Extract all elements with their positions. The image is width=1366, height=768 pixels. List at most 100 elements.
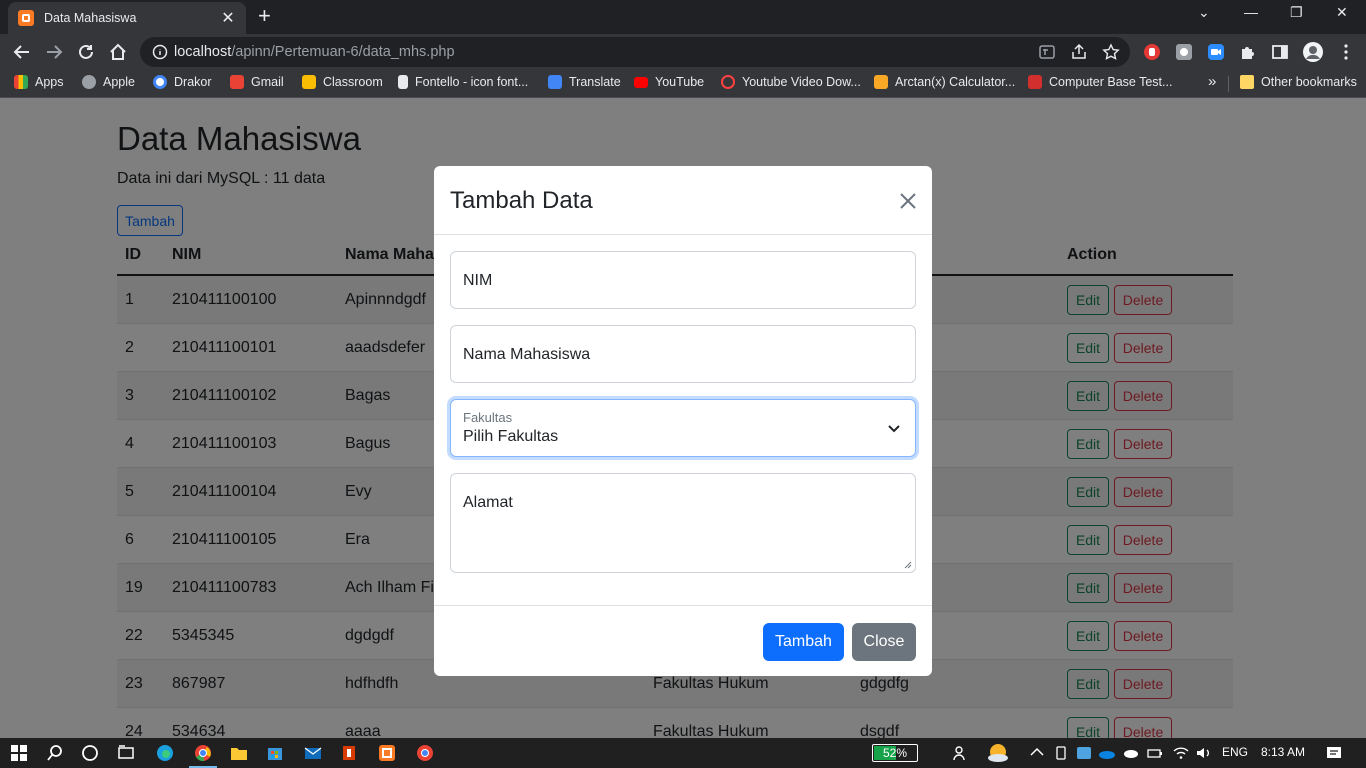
nim-placeholder: NIM	[463, 272, 493, 289]
translate-page-icon[interactable]	[1038, 43, 1056, 61]
chevron-down-icon	[888, 425, 900, 433]
xampp-favicon-icon	[18, 10, 34, 26]
windows-start-icon[interactable]	[10, 744, 28, 762]
bookmark-other[interactable]: Other bookmarks	[1240, 75, 1357, 89]
wifi-icon[interactable]	[1172, 744, 1190, 762]
forward-arrow-icon	[47, 45, 63, 59]
calculator-icon	[874, 75, 888, 89]
home-button[interactable]	[107, 41, 129, 63]
nim-field[interactable]: NIM	[450, 251, 916, 309]
reload-button[interactable]	[75, 41, 97, 63]
forward-button[interactable]	[43, 41, 65, 63]
apple-icon	[82, 75, 96, 89]
volume-icon[interactable]	[1195, 744, 1213, 762]
people-icon[interactable]	[952, 744, 970, 762]
cloud-sync-icon[interactable]	[1122, 744, 1140, 762]
cbt-icon	[1028, 75, 1042, 89]
xampp-icon[interactable]	[378, 744, 396, 762]
modal-header: Tambah Data	[434, 166, 932, 235]
share-icon[interactable]	[1070, 43, 1088, 61]
add-data-modal: Tambah Data NIM Nama Mahasiswa Fakultas …	[434, 166, 932, 676]
apps-grid-icon	[14, 75, 28, 89]
download-icon	[721, 75, 735, 89]
bookmark-youtube-downloader[interactable]: Youtube Video Dow...	[721, 75, 861, 89]
search-icon[interactable]	[46, 744, 64, 762]
bookmark-arctan-calculator[interactable]: Arctan(x) Calculator...	[874, 75, 1015, 89]
chevron-up-icon[interactable]	[1028, 744, 1046, 762]
tray-device-icon[interactable]	[1052, 744, 1070, 762]
windows-taskbar: 52% ENG 8:13 AM	[0, 738, 1366, 768]
chrome-icon[interactable]	[194, 744, 212, 762]
bookmark-apple[interactable]: Apple	[82, 75, 135, 89]
task-view-icon[interactable]	[117, 744, 135, 762]
close-button[interactable]: Close	[852, 623, 916, 661]
battery-label: 52%	[882, 746, 908, 760]
minimize-button[interactable]: —	[1244, 4, 1258, 20]
onedrive-icon[interactable]	[1098, 744, 1116, 762]
clock[interactable]: 8:13 AM	[1261, 745, 1305, 759]
page-content: Data Mahasiswa Data ini dari MySQL : 11 …	[0, 98, 1366, 738]
tray-app-icon[interactable]	[1075, 744, 1093, 762]
bookmark-cbt[interactable]: Computer Base Test...	[1028, 75, 1172, 89]
youtube-icon	[634, 76, 648, 88]
fakultas-label: Fakultas	[463, 410, 513, 425]
gmail-icon	[230, 75, 244, 89]
extension-gray-icon[interactable]	[1175, 43, 1193, 61]
tab-close-icon[interactable]: ✕	[220, 8, 236, 28]
classroom-icon	[302, 75, 316, 89]
site-info-icon[interactable]	[152, 44, 168, 60]
alamat-placeholder: Alamat	[463, 494, 513, 511]
cortana-icon[interactable]	[81, 744, 99, 762]
bookmarks-separator	[1228, 76, 1229, 92]
extensions-puzzle-icon[interactable]	[1239, 43, 1257, 61]
browser-tab[interactable]: Data Mahasiswa ✕	[8, 2, 246, 34]
bookmark-drakor[interactable]: Drakor	[153, 75, 212, 89]
battery-indicator[interactable]: 52%	[872, 744, 918, 762]
google-icon	[153, 75, 167, 89]
bookmark-fontello[interactable]: Fontello - icon font...	[398, 75, 528, 89]
fakultas-select[interactable]: Fakultas Pilih Fakultas	[450, 399, 916, 457]
browser-toolbar: localhost/apinn/Pertemuan-6/data_mhs.php	[0, 34, 1366, 70]
bookmark-translate[interactable]: Translate	[548, 75, 621, 89]
chrome-secondary-icon[interactable]	[416, 744, 434, 762]
restore-button[interactable]: ❐	[1290, 4, 1303, 21]
file-explorer-icon[interactable]	[230, 744, 248, 762]
profile-avatar-icon[interactable]	[1302, 41, 1324, 63]
url-path: /apinn/Pertemuan-6/data_mhs.php	[231, 44, 455, 60]
address-bar[interactable]: localhost/apinn/Pertemuan-6/data_mhs.php	[140, 37, 1130, 67]
close-icon[interactable]	[898, 191, 918, 211]
modal-title: Tambah Data	[450, 187, 593, 214]
back-button[interactable]	[11, 41, 33, 63]
mail-icon[interactable]	[304, 744, 322, 762]
new-tab-button[interactable]: +	[258, 5, 271, 27]
bookmark-classroom[interactable]: Classroom	[302, 75, 383, 89]
notifications-icon[interactable]	[1325, 744, 1343, 762]
office-icon[interactable]	[340, 744, 358, 762]
bookmark-gmail[interactable]: Gmail	[230, 75, 284, 89]
tab-title: Data Mahasiswa	[44, 11, 137, 25]
battery-tray-icon[interactable]	[1146, 744, 1164, 762]
home-icon	[110, 43, 126, 60]
tab-search-icon[interactable]: ⌄	[1198, 4, 1210, 21]
alamat-textarea[interactable]: Alamat	[450, 473, 916, 573]
resize-handle-icon[interactable]	[904, 561, 912, 569]
bookmark-apps[interactable]: Apps	[14, 75, 64, 89]
weather-icon[interactable]	[986, 742, 1010, 764]
zoom-extension-icon[interactable]	[1207, 43, 1225, 61]
adblock-extension-icon[interactable]	[1143, 43, 1161, 61]
bookmark-star-icon[interactable]	[1102, 43, 1120, 61]
reload-icon	[79, 44, 93, 59]
edge-icon[interactable]	[156, 744, 174, 762]
submit-tambah-button[interactable]: Tambah	[763, 623, 844, 661]
folder-icon	[1240, 75, 1254, 89]
close-window-button[interactable]: ✕	[1336, 4, 1348, 21]
bookmarks-bar: Apps Apple Drakor Gmail Classroom Fontel…	[0, 70, 1366, 98]
language-indicator[interactable]: ENG	[1222, 745, 1248, 759]
bookmarks-overflow-button[interactable]: »	[1208, 73, 1216, 90]
side-panel-icon[interactable]	[1271, 43, 1289, 61]
nama-mahasiswa-field[interactable]: Nama Mahasiswa	[450, 325, 916, 383]
bookmark-youtube[interactable]: YouTube	[634, 75, 704, 89]
menu-kebab-icon[interactable]	[1337, 43, 1355, 61]
tab-strip: Data Mahasiswa ✕ + ⌄ — ❐ ✕	[0, 0, 1366, 34]
store-icon[interactable]	[266, 744, 284, 762]
